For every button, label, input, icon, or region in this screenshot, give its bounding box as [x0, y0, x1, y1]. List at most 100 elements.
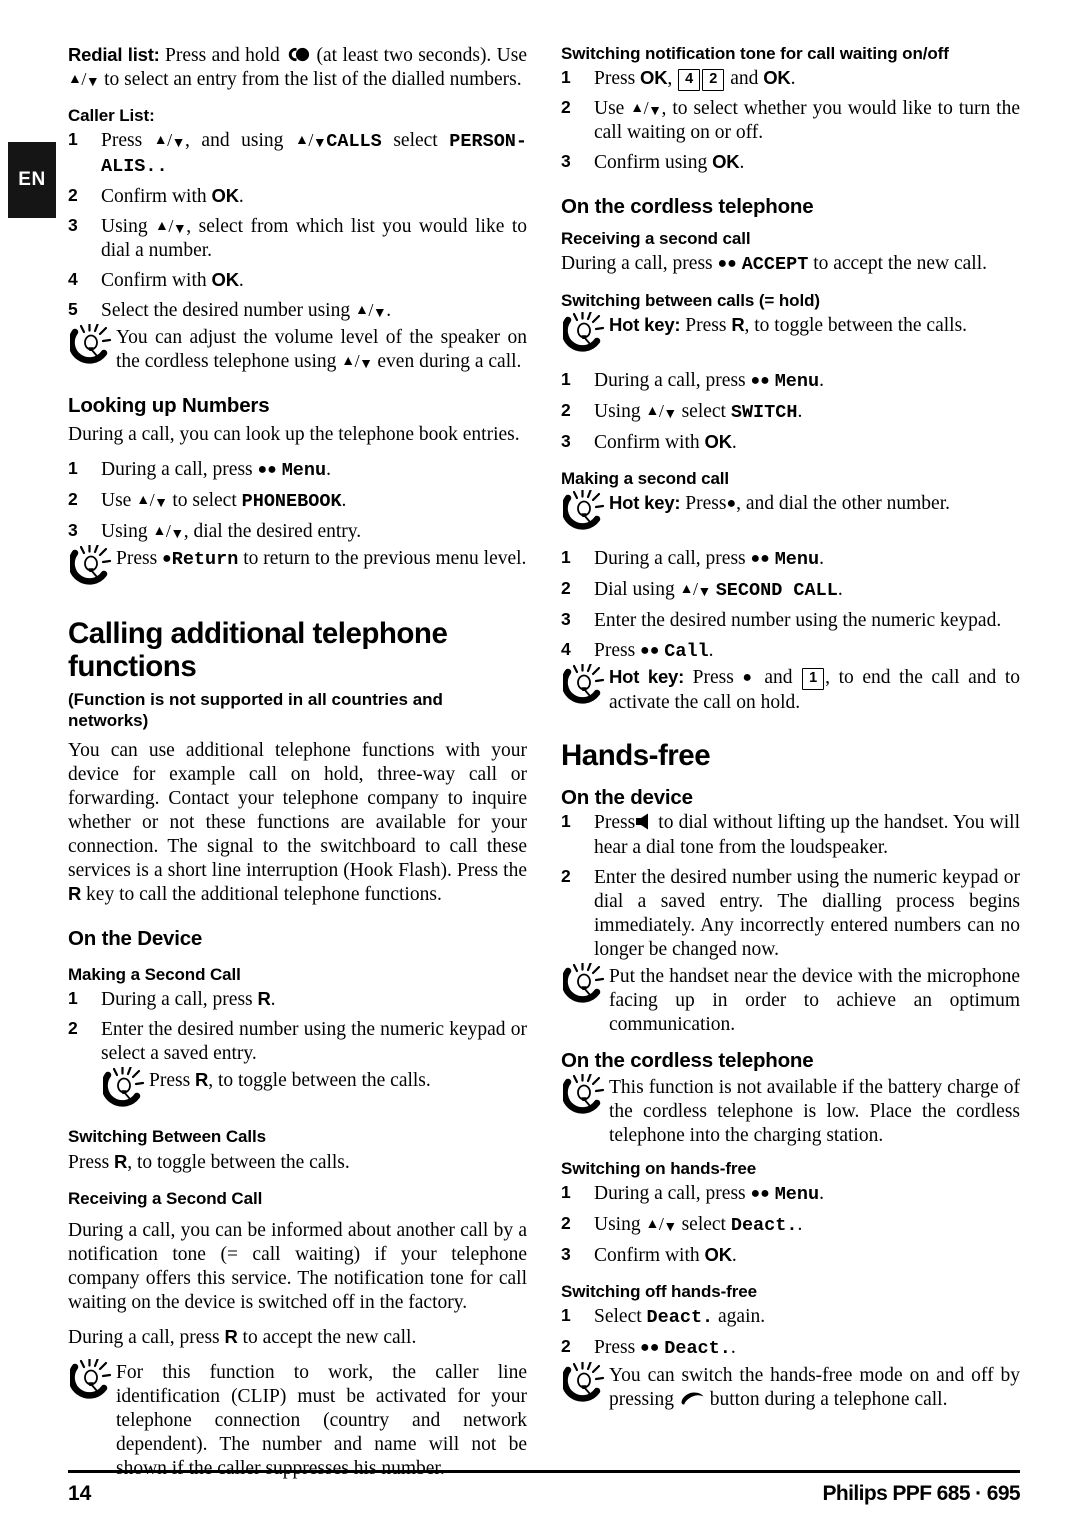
- step-number: 3: [561, 430, 571, 451]
- step-item: 3 Confirm using OK.: [561, 151, 1020, 175]
- lightbulb-tip-icon: [101, 1066, 145, 1111]
- step-text: During a call, press: [101, 989, 258, 1011]
- hot-key-label: Hot key:: [609, 314, 681, 336]
- step-item: 3 Confirm with OK.: [561, 1244, 1020, 1268]
- calling-additional-heading: Calling additional telephone functions: [68, 617, 448, 684]
- step-item: 1 Press OK, 42 and OK.: [561, 67, 1020, 92]
- on-the-device-handsfree-heading: On the device: [561, 785, 693, 809]
- step-item: 1 During a call, press ●● Menu.: [561, 547, 1020, 572]
- switching-between-calls-hold-heading: Switching between calls (= hold): [561, 291, 820, 311]
- switching-on-handsfree-steps: 1 During a call, press ●● Menu. 2 Using ▲/…: [561, 1182, 1020, 1268]
- switching-off-handsfree-heading: Switching off hands-free: [561, 1281, 757, 1301]
- two-column-layout: Redial list: Press and hold (at least tw…: [68, 44, 1020, 1492]
- step-number: 1: [561, 1305, 571, 1325]
- display-text-switch: SWITCH: [730, 401, 798, 423]
- step-text: Enter the desired number using the numer…: [594, 609, 1002, 631]
- step-text: .: [739, 152, 745, 174]
- step-number: 3: [561, 151, 571, 172]
- calling-additional-body: You can use additional telephone functio…: [68, 739, 527, 908]
- looking-up-numbers-steps: 1 During a call, press ●● Menu. 2 Use ▲/▼ …: [68, 458, 527, 544]
- redial-text-1: Press and hold: [159, 45, 286, 66]
- tip-battery-charge: This function is not available if the ba…: [561, 1072, 1020, 1148]
- looking-up-numbers-intro: During a call, you can look up the telep…: [68, 424, 520, 446]
- lightbulb-tip-icon: [561, 961, 605, 1007]
- tip-handset-microphone: Put the handset near the device with the…: [561, 961, 1020, 1037]
- step-item: 1 Press to dial without lifting up the ha…: [561, 811, 1020, 859]
- body-text: During a call, press: [68, 1326, 225, 1348]
- tip-text: even during a call.: [372, 351, 522, 373]
- step-item: 1 During a call, press ●● Menu.: [68, 458, 527, 483]
- step-number: 1: [68, 458, 78, 479]
- display-text-menu: Menu: [774, 371, 820, 393]
- step-text: Using: [594, 1214, 646, 1236]
- step-text: .: [386, 300, 392, 322]
- ok-key-label: OK: [704, 1243, 733, 1265]
- redial-icon: [285, 45, 311, 66]
- step-text: Confirm using: [594, 152, 713, 174]
- making-second-call-cordless-steps: 1 During a call, press ●● Menu. 2 Dial usi…: [561, 547, 1020, 664]
- soft-key-dot-icon: ●: [726, 494, 737, 512]
- tip-return-menu: Press ●Return to return to the previous …: [68, 543, 527, 591]
- step-text: and: [725, 68, 764, 90]
- lightbulb-tip-icon: [561, 663, 605, 708]
- display-text-deact: Deact.: [730, 1215, 798, 1237]
- step-text: .: [238, 185, 244, 207]
- tip-text: button during a telephone call.: [704, 1388, 948, 1410]
- step-text: Select the desired number using: [101, 300, 355, 322]
- step-number: 1: [561, 546, 571, 567]
- tip-text: Press: [116, 548, 163, 570]
- step-text: Press: [594, 68, 641, 90]
- step-text: .: [326, 459, 331, 481]
- up-down-arrows-icon: ▲/▼: [153, 130, 186, 152]
- lightbulb-tip-icon: [561, 310, 605, 356]
- display-text-second-call: SECOND CALL: [715, 579, 838, 601]
- step-number: 2: [561, 97, 571, 118]
- step-text: .: [837, 578, 843, 600]
- up-down-arrows-icon: ▲/▼: [630, 98, 662, 120]
- step-item: 1 During a call, press R.: [68, 988, 527, 1012]
- step-number: 2: [68, 489, 78, 510]
- soft-key-dots-icon: ●●: [640, 1338, 660, 1356]
- step-number: 1: [68, 988, 78, 1009]
- on-the-device-handsfree-steps: 1 Press to dial without lifting up the ha…: [561, 811, 1020, 961]
- lightbulb-tip-icon: [68, 1357, 112, 1403]
- soft-key-dots-icon: ●●: [750, 1185, 770, 1203]
- step-text: Using: [594, 400, 646, 422]
- step-text: Enter the desired number using the numer…: [101, 1019, 527, 1065]
- caller-list-heading: Caller List:: [68, 106, 155, 126]
- r-key-label: R: [257, 988, 271, 1010]
- tip-hot-key-toggle: Hot key: Press R, to toggle between the …: [561, 310, 1020, 358]
- step-text: During a call, press: [594, 547, 751, 569]
- up-down-arrows-icon: ▲/▼: [68, 69, 100, 91]
- soft-key-dots-icon: ●●: [717, 255, 737, 273]
- display-text-menu: Menu: [774, 1184, 820, 1206]
- left-column: Redial list: Press and hold (at least tw…: [68, 44, 527, 1492]
- step-text: , dial the desired entry.: [183, 520, 362, 542]
- step-text: Press: [101, 130, 154, 152]
- step-text: ,: [667, 68, 678, 90]
- keypad-key-2: 2: [702, 68, 725, 92]
- ok-key-label: OK: [211, 269, 240, 291]
- making-second-call-cordless-heading: Making a second call: [561, 468, 730, 488]
- lightbulb-tip-icon: [68, 323, 112, 368]
- footer-brand: Philips PPF 685 · 695: [822, 1482, 1021, 1505]
- redial-list-paragraph: Redial list: Press and hold (at least tw…: [68, 44, 527, 92]
- display-text-deact: Deact.: [664, 1337, 731, 1359]
- step-number: 3: [68, 214, 78, 235]
- loudspeaker-icon: [635, 812, 653, 833]
- tip-text: This function is not available if the ba…: [609, 1076, 1020, 1147]
- display-text-menu: Menu: [774, 548, 820, 570]
- step-item: 4 Press ●● Call.: [561, 639, 1020, 664]
- up-down-arrows-icon: ▲/▼: [341, 351, 373, 373]
- step-text: .: [341, 490, 347, 512]
- step-text: .: [819, 1183, 824, 1205]
- receiving-second-call-heading-cordless: Receiving a second call: [561, 229, 751, 249]
- switching-between-calls-body: Press R, to toggle between the calls.: [68, 1151, 527, 1175]
- step-text: During a call, press: [101, 459, 258, 481]
- step-item: 2 Use ▲/▼ to select PHONEBOOK.: [68, 489, 527, 514]
- display-text-menu: Menu: [281, 460, 327, 482]
- looking-up-numbers-heading: Looking up Numbers: [68, 394, 270, 418]
- step-number: 2: [68, 1018, 78, 1039]
- body-text: You can use additional telephone functio…: [68, 739, 527, 882]
- tip-text: Press: [680, 315, 732, 337]
